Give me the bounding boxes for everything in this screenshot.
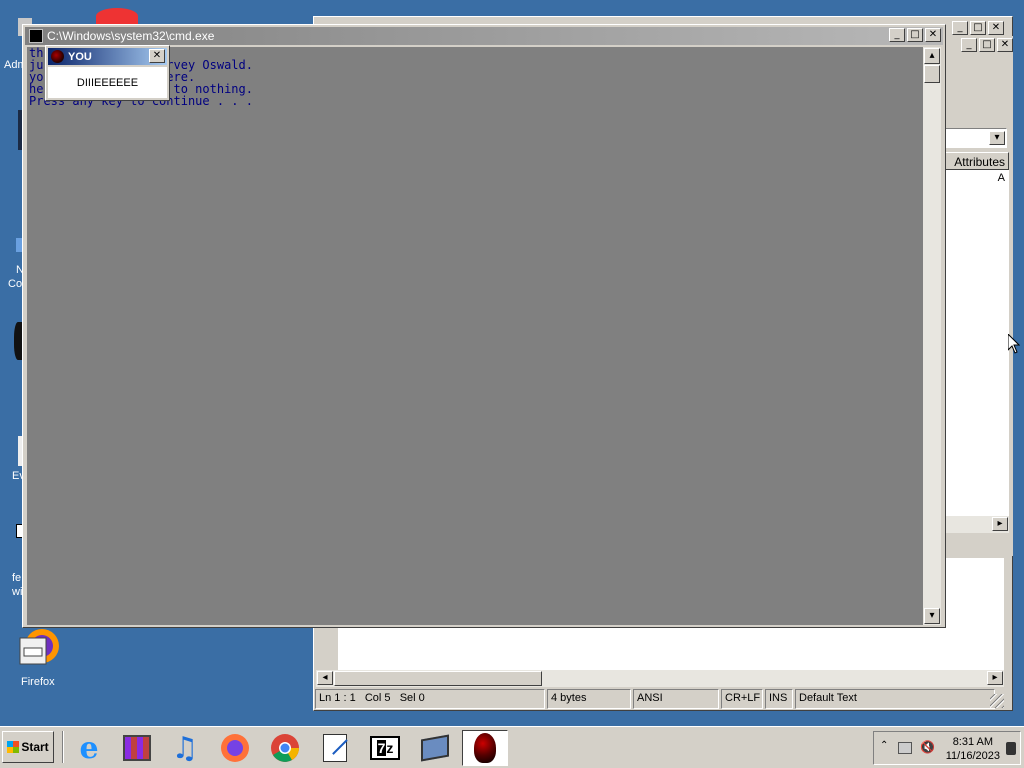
maximize-button[interactable]: □ — [979, 38, 995, 52]
taskbar-item-winrar[interactable] — [114, 730, 160, 766]
taskbar-separator — [62, 731, 64, 763]
scroll-left-arrow[interactable]: ◂ — [317, 671, 333, 685]
taskbar-item-you-app[interactable] — [462, 730, 508, 766]
taskbar-item-ie[interactable]: e — [66, 730, 112, 766]
windows-logo-icon — [7, 741, 20, 753]
mouse-cursor-icon — [1007, 332, 1021, 357]
taskbar-item-firefox[interactable] — [212, 730, 258, 766]
taskbar-item-notepad[interactable] — [312, 730, 358, 766]
taskbar-item-network[interactable] — [412, 730, 458, 766]
scroll-thumb[interactable] — [334, 671, 542, 686]
close-button[interactable]: ✕ — [997, 38, 1013, 52]
desktop-icon-label: fe — [12, 572, 22, 584]
desktop-icon-event[interactable]: Ev — [0, 436, 25, 486]
editor-status-bar: Ln 1 : 1 Col 5 Sel 0 4 bytes ANSI CR+LF … — [315, 689, 1008, 709]
scroll-up-arrow[interactable]: ▴ — [924, 48, 940, 64]
cmd-window-controls: _ □ ✕ — [889, 28, 941, 42]
chrome-icon — [271, 734, 299, 762]
volume-muted-icon[interactable]: 🔇 — [920, 740, 935, 754]
desktop-icon-label: wi — [12, 586, 23, 598]
status-scheme: Default Text — [795, 689, 995, 709]
attribute-value: A — [997, 172, 1005, 184]
start-button[interactable]: Start — [2, 731, 54, 763]
notepad-icon — [323, 734, 348, 762]
status-line-endings: CR+LF — [721, 689, 763, 709]
winrar-icon — [123, 735, 151, 761]
scroll-down-arrow[interactable]: ▾ — [924, 608, 940, 624]
music-note-icon: ♫ — [171, 730, 199, 766]
desktop-icon-network[interactable]: N Co — [0, 236, 24, 296]
dialog-title-bar[interactable]: YOU ✕ — [48, 48, 167, 65]
cmd-title-bar[interactable]: C:\Windows\system32\cmd.exe — [25, 27, 943, 45]
clock-date: 11/16/2023 — [945, 750, 1000, 762]
system-tray: ⌃ 🔇 8:31 AM 11/16/2023 — [873, 731, 1021, 765]
window-controls: _ □ ✕ — [952, 21, 1004, 35]
inner-explorer-pane[interactable]: _ □ ✕ ▾ Attributes A ▸ — [945, 36, 1013, 556]
cmd-window[interactable]: C:\Windows\system32\cmd.exe _ □ ✕ th ju a… — [22, 24, 946, 628]
close-button[interactable]: ✕ — [988, 21, 1004, 35]
chevron-down-icon[interactable]: ▾ — [989, 131, 1005, 145]
minimize-button[interactable]: _ — [961, 38, 977, 52]
inner-window-controls: _ □ ✕ — [961, 38, 1013, 52]
status-position: Ln 1 : 1 Col 5 Sel 0 — [315, 689, 545, 709]
chrome-desktop-icon[interactable] — [96, 8, 138, 24]
clock-time: 8:31 AM — [952, 736, 994, 748]
desktop-icon-label: Co — [8, 278, 23, 290]
cmd-vscroll[interactable]: ▴ ▾ — [923, 47, 941, 625]
desktop-icon-firefox[interactable]: Firefox — [14, 628, 64, 692]
desktop-icon-admin[interactable]: Adm — [0, 14, 32, 74]
close-button[interactable]: ✕ — [149, 49, 165, 63]
red-skull-icon — [51, 50, 64, 63]
status-encoding: ANSI — [633, 689, 719, 709]
dialog-title-text: YOU — [68, 50, 92, 63]
inner-hscroll[interactable]: ▸ — [945, 516, 1009, 533]
firefox-icon — [18, 628, 62, 668]
console-output[interactable]: thju arvey Oswald.yo here.he d to nothin… — [27, 47, 923, 625]
column-header-attributes[interactable]: Attributes — [945, 152, 1009, 170]
firefox-icon — [221, 734, 249, 762]
status-size: 4 bytes — [547, 689, 631, 709]
taskbar-item-7zip[interactable]: 7z — [362, 730, 408, 766]
status-insert-mode: INS — [765, 689, 793, 709]
resize-grip-icon[interactable] — [990, 694, 1004, 708]
taskbar-item-music[interactable]: ♫ — [162, 730, 208, 766]
maximize-button[interactable]: □ — [907, 28, 923, 42]
taskbar: Start e ♫ 7z ⌃ 🔇 8:31 AM 11/16/2023 — [0, 726, 1024, 768]
maximize-button[interactable]: □ — [970, 21, 986, 35]
cmd-title-text: C:\Windows\system32\cmd.exe — [47, 29, 215, 43]
minimize-button[interactable]: _ — [889, 28, 905, 42]
network-tray-icon[interactable] — [898, 742, 912, 754]
clock[interactable]: 8:31 AM 11/16/2023 — [946, 735, 1000, 763]
file-list[interactable]: A — [945, 170, 1009, 516]
cmd-icon — [29, 29, 43, 43]
scroll-thumb[interactable] — [924, 65, 940, 83]
taskbar-item-chrome[interactable] — [262, 730, 308, 766]
minimize-button[interactable]: _ — [952, 21, 968, 35]
you-dialog[interactable]: YOU ✕ DIIIEEEEEE — [45, 45, 170, 101]
desktop-icon-label: Firefox — [21, 676, 55, 688]
close-button[interactable]: ✕ — [925, 28, 941, 42]
action-center-icon[interactable] — [1006, 742, 1016, 755]
scroll-right-arrow[interactable]: ▸ — [992, 517, 1008, 531]
show-hidden-icons-button[interactable]: ⌃ — [880, 740, 888, 751]
path-combobox[interactable]: ▾ — [945, 128, 1007, 148]
desktop-icon-file[interactable]: fe wi — [0, 520, 24, 600]
editor-hscroll[interactable]: ◂ ▸ — [316, 670, 1004, 687]
7zip-icon: 7z — [370, 736, 400, 760]
red-skull-icon — [474, 733, 496, 763]
scroll-right-arrow[interactable]: ▸ — [987, 671, 1003, 685]
start-label: Start — [21, 740, 49, 754]
dialog-message: DIIIEEEEEE — [76, 76, 139, 89]
internet-explorer-icon: e — [79, 730, 99, 766]
dialog-message-area: DIIIEEEEEE — [48, 67, 167, 98]
network-computer-icon — [421, 734, 449, 762]
